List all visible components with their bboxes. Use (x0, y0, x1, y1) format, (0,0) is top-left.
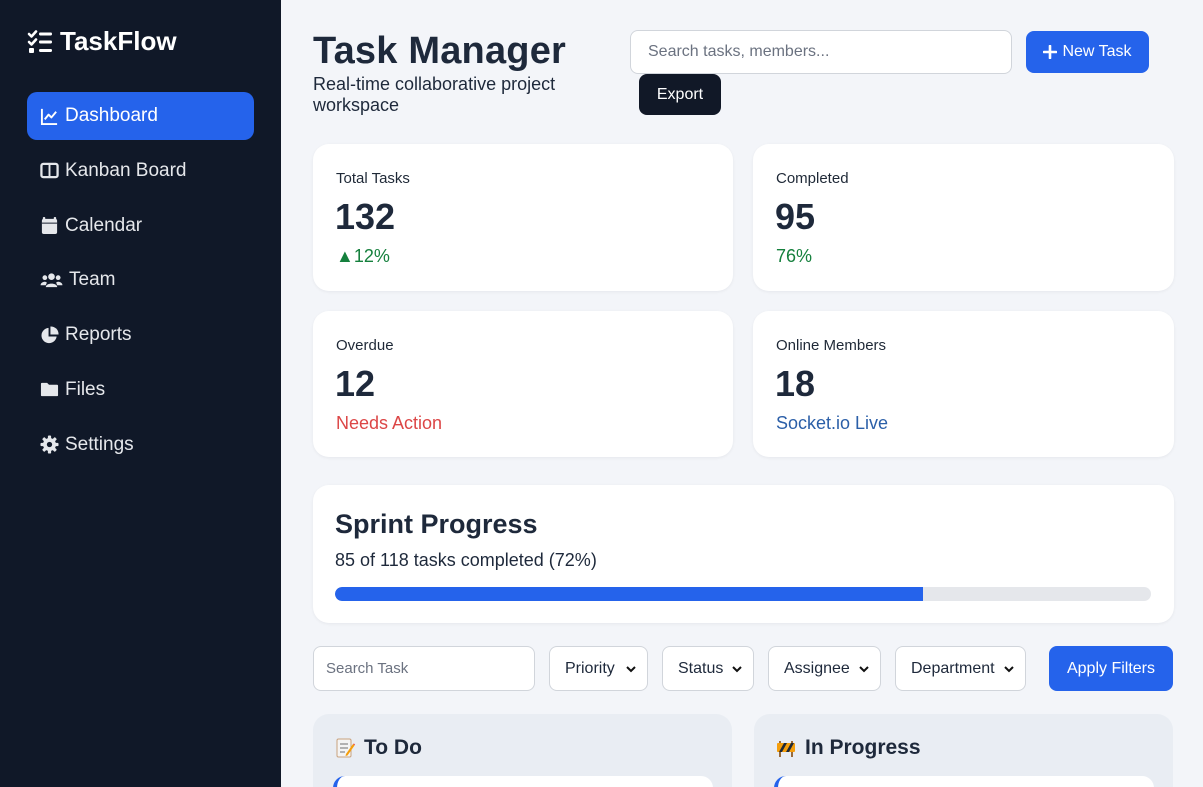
sidebar-item-kanban-board[interactable]: Kanban Board (27, 147, 254, 195)
plus-icon (1043, 45, 1058, 59)
new-task-button[interactable]: New Task (1026, 31, 1149, 73)
new-task-label: New Task (1062, 43, 1132, 60)
task-card[interactable] (333, 776, 713, 787)
assignee-select[interactable]: Assignee (768, 646, 881, 691)
sidebar-item-calendar[interactable]: Calendar (27, 202, 254, 250)
chevron-down-icon (859, 665, 869, 672)
stat-value: 132 (335, 196, 396, 237)
sidebar-nav: Dashboard Kanban Board Calendar Team Rep… (27, 92, 254, 476)
status-select[interactable]: Status (662, 646, 754, 691)
sprint-title: Sprint Progress (335, 509, 538, 539)
stat-alert: Needs Action (336, 413, 443, 433)
page-title: Task Manager (313, 30, 567, 72)
chevron-down-icon (626, 665, 636, 672)
brand-logo[interactable]: TaskFlow (27, 26, 177, 57)
stat-trend: ▲12% (336, 246, 390, 266)
priority-select-value: Priority (565, 659, 615, 677)
stat-card-completed: Completed 95 76% (753, 144, 1174, 291)
gear-icon (40, 435, 59, 454)
sidebar-item-reports[interactable]: Reports (27, 311, 254, 359)
assignee-select-value: Assignee (784, 659, 850, 677)
status-select-value: Status (678, 659, 724, 677)
sidebar-item-label: Team (69, 269, 116, 291)
stat-card-overdue: Overdue 12 Needs Action (313, 311, 733, 457)
column-to-do: To Do (313, 714, 732, 787)
sidebar-item-team[interactable]: Team (27, 256, 254, 304)
sprint-progress-card: Sprint Progress 85 of 118 tasks complete… (313, 485, 1174, 623)
sidebar-item-files[interactable]: Files (27, 366, 254, 414)
sidebar: TaskFlow Dashboard Kanban Board Calendar… (0, 0, 281, 787)
columns-icon (40, 163, 59, 179)
column-in-progress: In Progress (754, 714, 1173, 787)
column-title: To Do (364, 736, 422, 759)
column-title: In Progress (805, 736, 921, 759)
apply-filters-button[interactable]: Apply Filters (1049, 646, 1173, 691)
chart-line-icon (40, 108, 58, 125)
stat-label: Overdue (336, 337, 394, 354)
sprint-summary: 85 of 118 tasks completed (72%) (335, 550, 597, 570)
sidebar-item-label: Dashboard (65, 105, 158, 126)
department-select-value: Department (911, 659, 995, 677)
sidebar-item-label: Reports (65, 324, 132, 346)
export-button[interactable]: Export (639, 74, 721, 115)
memo-icon (336, 738, 355, 758)
stat-label: Online Members (776, 337, 887, 354)
task-search-input[interactable] (313, 646, 535, 691)
stat-card-total-tasks: Total Tasks 132 ▲12% (313, 144, 733, 291)
sidebar-item-label: Kanban Board (65, 159, 187, 181)
stat-percent: 76% (776, 246, 813, 266)
checklist-icon (27, 29, 52, 53)
column-header: To Do (335, 736, 422, 760)
stat-label: Total Tasks (336, 170, 410, 187)
pie-chart-icon (41, 326, 59, 343)
sidebar-item-label: Files (65, 378, 106, 400)
page-subtitle: Real-time collaborative project workspac… (313, 74, 556, 115)
users-icon (40, 273, 63, 288)
task-card[interactable] (774, 776, 1154, 787)
brand-name: TaskFlow (60, 26, 177, 56)
folder-icon (40, 383, 59, 397)
department-select[interactable]: Department (895, 646, 1026, 691)
stat-value: 12 (335, 363, 376, 404)
priority-select[interactable]: Priority (549, 646, 648, 691)
sprint-progress-fill (335, 587, 923, 601)
chevron-down-icon (1004, 665, 1014, 672)
construction-icon (777, 741, 795, 757)
sidebar-item-label: Calendar (65, 214, 143, 236)
stat-value: 18 (775, 363, 816, 404)
sidebar-item-dashboard[interactable]: Dashboard (27, 92, 254, 140)
sidebar-item-label: Settings (65, 433, 134, 455)
stat-card-online-members: Online Members 18 Socket.io Live (753, 311, 1174, 457)
chevron-down-icon (732, 665, 742, 672)
sidebar-item-settings[interactable]: Settings (27, 421, 254, 469)
search-input[interactable] (630, 30, 1012, 74)
stat-value: 95 (775, 196, 816, 237)
calendar-icon (41, 217, 58, 235)
main-content: Task Manager Real-time collaborative pro… (281, 0, 1203, 787)
stat-label: Completed (776, 170, 849, 187)
column-header: In Progress (776, 736, 921, 760)
sprint-progress-bar (335, 587, 1151, 601)
stat-live-status: Socket.io Live (776, 413, 889, 433)
